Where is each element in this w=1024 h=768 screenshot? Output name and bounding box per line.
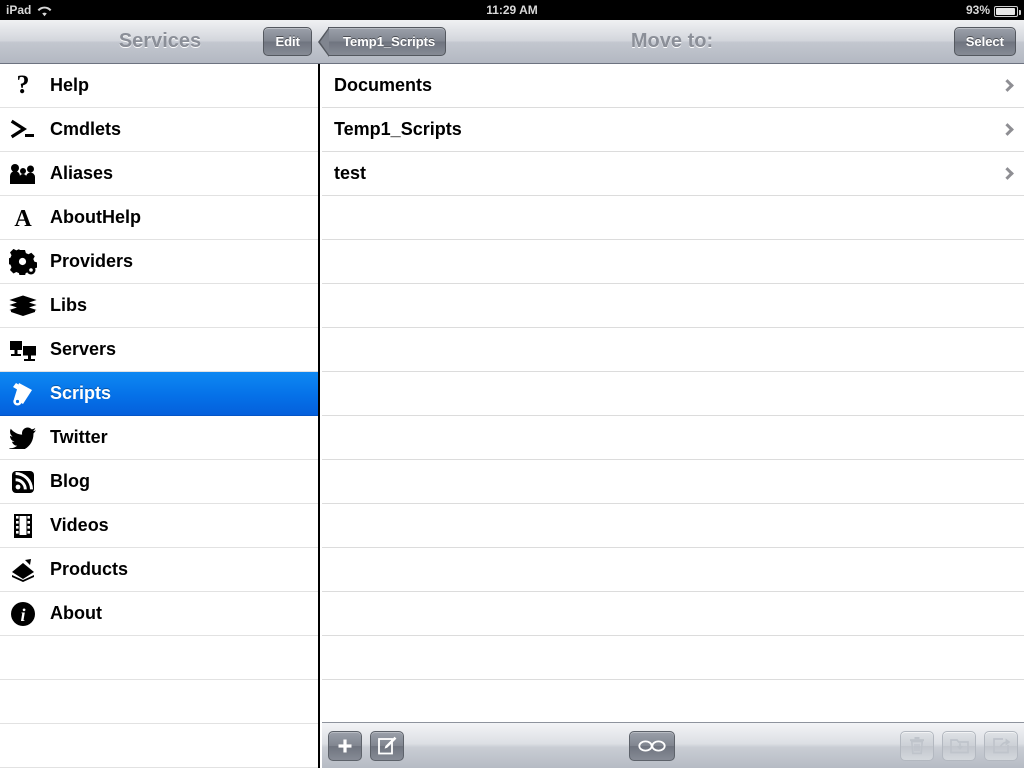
battery-icon xyxy=(994,5,1021,17)
services-sidebar[interactable]: ? Help Cmdlets Aliases A AboutHelp Provi… xyxy=(0,64,320,768)
sidebar-item-label: Providers xyxy=(50,251,134,271)
list-empty-row xyxy=(322,240,1024,284)
chevron-right-icon xyxy=(1001,122,1014,136)
sidebar-item-label: Help xyxy=(50,75,90,95)
list-empty-row xyxy=(322,680,1024,724)
list-item-label: test xyxy=(334,163,367,183)
sidebar-navigation-bar: Services Edit xyxy=(0,20,320,64)
svg-text:i: i xyxy=(20,605,25,625)
list-item[interactable]: Temp1_Scripts xyxy=(322,108,1024,152)
chevron-right-icon xyxy=(1001,78,1014,92)
glasses-icon xyxy=(637,738,667,754)
sidebar-item-label: About xyxy=(50,603,102,623)
sidebar-item-label: Cmdlets xyxy=(50,119,122,139)
select-button[interactable]: Select xyxy=(953,27,1016,56)
sidebar-item-label: Products xyxy=(50,559,129,579)
trash-icon xyxy=(909,736,925,755)
svg-text:?: ? xyxy=(17,73,30,99)
sidebar-item-twitter[interactable]: Twitter xyxy=(0,416,318,460)
battery-percent-label: 93% xyxy=(965,3,990,17)
toolbar-left-group xyxy=(328,730,404,761)
sidebar-item-help[interactable]: ? Help xyxy=(0,64,318,108)
gear-icon xyxy=(6,247,40,277)
film-strip-icon xyxy=(6,511,40,541)
list-empty-row xyxy=(322,504,1024,548)
sidebar-item-label: AboutHelp xyxy=(50,207,141,227)
sidebar-item-label: Servers xyxy=(50,339,117,359)
question-mark-icon: ? xyxy=(6,71,40,101)
list-empty-row xyxy=(322,284,1024,328)
sidebar-item-providers[interactable]: Providers xyxy=(0,240,318,284)
sidebar-item-about[interactable]: i About xyxy=(0,592,318,636)
sidebar-item-libs[interactable]: Libs xyxy=(0,284,318,328)
list-empty-row xyxy=(322,636,1024,680)
list-empty-row xyxy=(322,460,1024,504)
list-empty-row xyxy=(322,548,1024,592)
move-button[interactable] xyxy=(942,730,976,761)
sidebar-empty-row xyxy=(0,680,318,724)
toolbar-center-group xyxy=(629,730,675,761)
sidebar-item-label: Aliases xyxy=(50,163,114,183)
people-icon xyxy=(6,159,40,189)
letter-a-icon: A xyxy=(6,203,40,233)
list-item-label: Documents xyxy=(334,75,433,95)
share-export-icon xyxy=(992,737,1011,754)
sidebar-item-label: Videos xyxy=(50,515,109,535)
list-item[interactable]: Documents xyxy=(322,64,1024,108)
delete-button[interactable] xyxy=(900,730,934,761)
toolbar-right-group xyxy=(900,730,1018,761)
sidebar-empty-row xyxy=(0,724,318,768)
share-button[interactable] xyxy=(984,730,1018,761)
sidebar-item-videos[interactable]: Videos xyxy=(0,504,318,548)
list-item-label: Temp1_Scripts xyxy=(334,119,462,139)
list-empty-row xyxy=(322,416,1024,460)
info-icon: i xyxy=(6,599,40,629)
list-empty-row xyxy=(322,196,1024,240)
compose-button[interactable] xyxy=(370,730,404,761)
sidebar-item-products[interactable]: Products xyxy=(0,548,318,592)
monitors-icon xyxy=(6,335,40,365)
sidebar-empty-row xyxy=(0,636,318,680)
clock-label: 11:29 AM xyxy=(486,3,538,17)
twitter-bird-icon xyxy=(6,423,40,453)
sidebar-item-scripts[interactable]: Scripts xyxy=(0,372,318,416)
sidebar-item-aliases[interactable]: Aliases xyxy=(0,152,318,196)
list-empty-row xyxy=(322,372,1024,416)
edit-button[interactable]: Edit xyxy=(263,27,312,56)
detail-navigation-bar: Temp1_Scripts Move to: Select xyxy=(317,20,1024,64)
sidebar-item-blog[interactable]: Blog xyxy=(0,460,318,504)
sidebar-item-abouthelp[interactable]: A AboutHelp xyxy=(0,196,318,240)
svg-text:A: A xyxy=(14,206,32,230)
status-bar: iPad 11:29 AM 93% xyxy=(0,0,1024,20)
list-empty-row xyxy=(322,328,1024,372)
bottom-toolbar xyxy=(322,722,1024,768)
list-empty-row xyxy=(322,592,1024,636)
ipad-screen: iPad 11:29 AM 93% Services Edit Temp1_Sc… xyxy=(0,0,1024,768)
sidebar-item-servers[interactable]: Servers xyxy=(0,328,318,372)
sidebar-item-cmdlets[interactable]: Cmdlets xyxy=(0,108,318,152)
sidebar-item-label: Scripts xyxy=(50,383,112,403)
status-bar-right: 93% xyxy=(965,3,1021,17)
reader-button[interactable] xyxy=(629,730,675,761)
back-button[interactable]: Temp1_Scripts xyxy=(317,27,447,57)
plus-icon xyxy=(337,738,353,754)
folder-move-icon xyxy=(949,737,969,754)
products-icon xyxy=(6,555,40,585)
command-prompt-icon xyxy=(6,115,40,145)
sidebar-item-label: Libs xyxy=(50,295,88,315)
list-item[interactable]: test xyxy=(322,152,1024,196)
scroll-icon xyxy=(6,379,40,409)
books-icon xyxy=(6,291,40,321)
add-button[interactable] xyxy=(328,730,362,761)
chevron-right-icon xyxy=(1001,166,1014,180)
move-to-list[interactable]: Documents Temp1_Scripts test xyxy=(322,64,1024,768)
rss-feed-icon xyxy=(6,467,40,497)
sidebar-item-label: Twitter xyxy=(50,427,108,447)
compose-icon xyxy=(377,736,397,755)
sidebar-item-label: Blog xyxy=(50,471,90,491)
